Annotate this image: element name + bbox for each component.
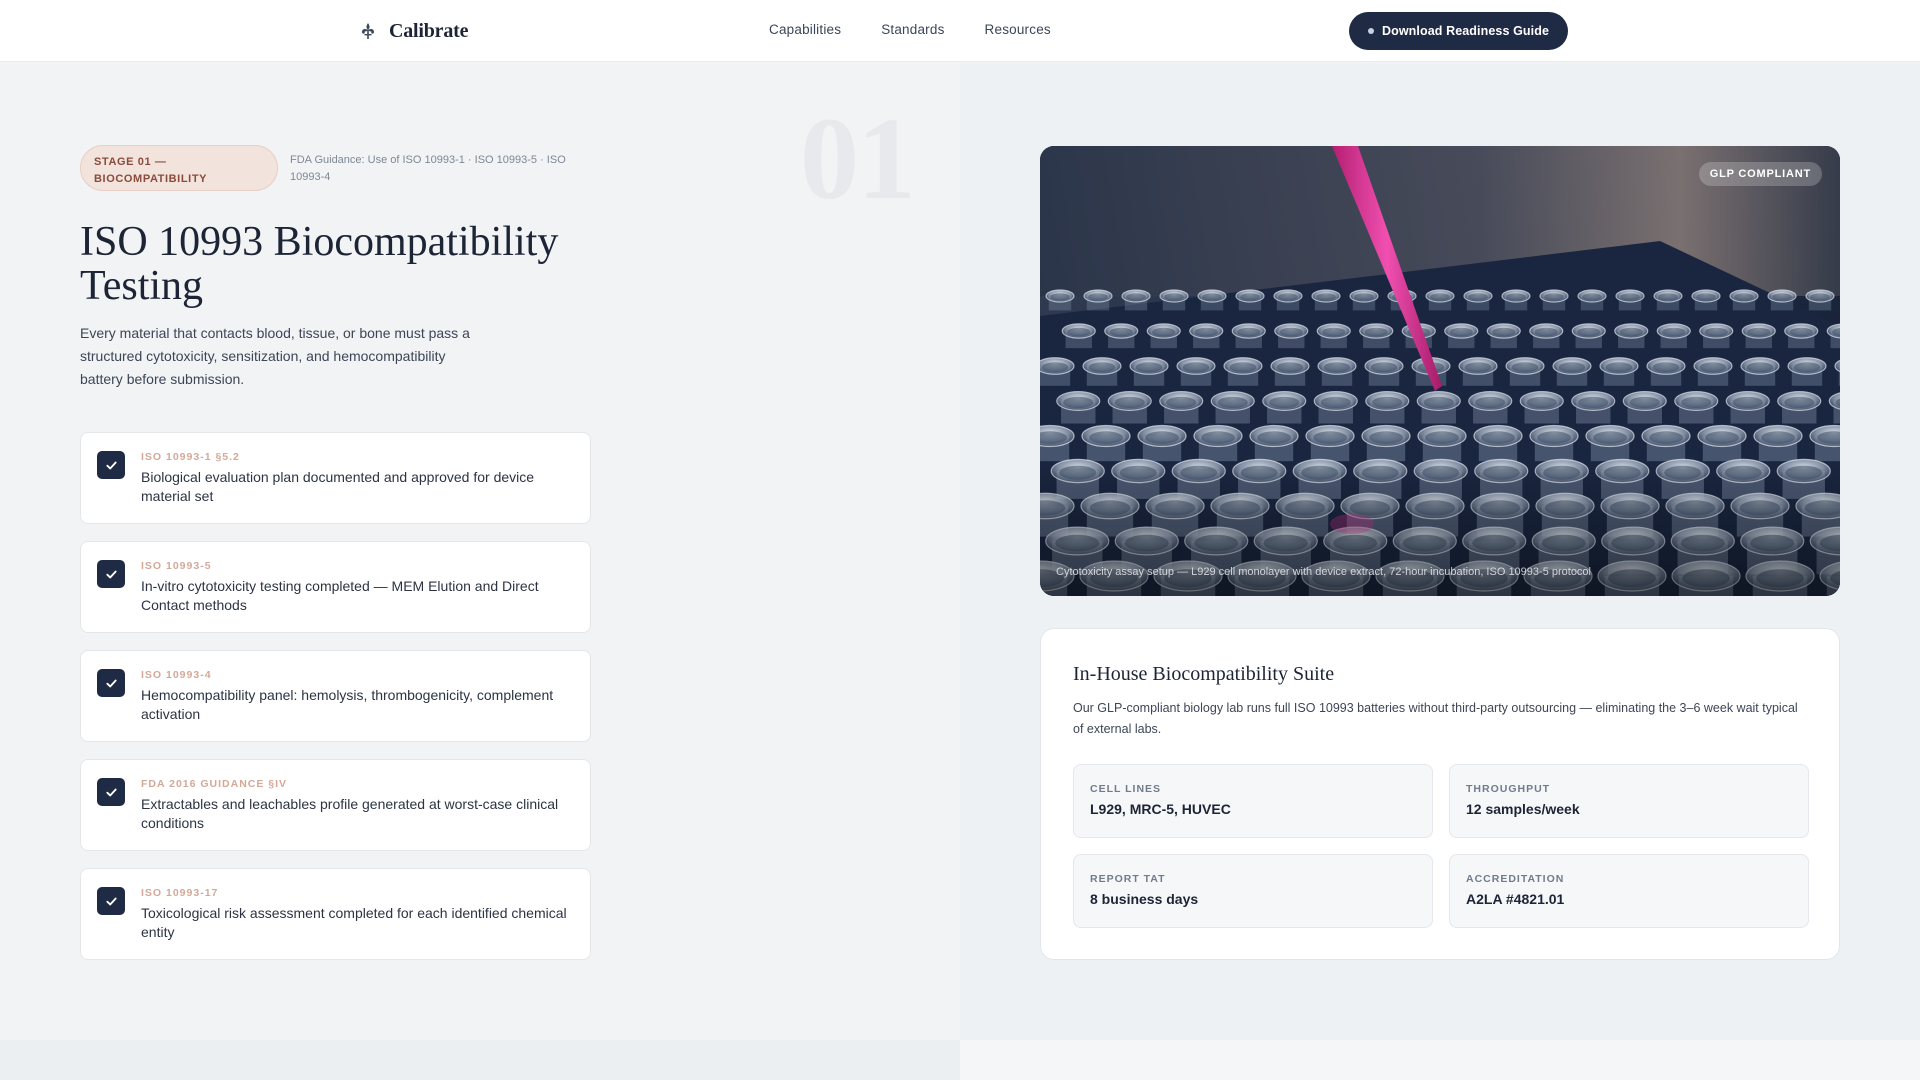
checklist-code: ISO 10993-17 <box>141 887 219 899</box>
stat-value: 8 business days <box>1090 891 1199 907</box>
stat-label: CELL LINES <box>1090 783 1162 795</box>
dot-icon <box>1367 28 1374 34</box>
checklist-code: FDA 2016 GUIDANCE §IV <box>141 778 288 790</box>
stage-pill-line2: BIOCOMPATIBILITY <box>94 173 208 185</box>
nav-link-standards[interactable]: Standards <box>881 22 944 40</box>
download-guide-button[interactable]: Download Readiness Guide <box>1349 12 1568 50</box>
checklist-text: Biological evaluation plan documented an… <box>141 469 535 504</box>
checkmark-icon <box>105 461 117 469</box>
checkbox-checked[interactable] <box>97 560 125 588</box>
checkmark-icon <box>105 570 117 578</box>
stat-label: THROUGHPUT <box>1466 783 1551 795</box>
stat-label: REPORT TAT <box>1090 873 1166 885</box>
stat-label: ACCREDITATION <box>1466 873 1565 885</box>
stage-reference: FDA Guidance: Use of ISO 10993-1 · ISO 1… <box>290 154 566 183</box>
top-nav: Calibrate Capabilities Standards Resourc… <box>0 0 1920 62</box>
checkmark-icon <box>105 788 117 796</box>
suite-title: In-House Biocompatibility Suite <box>1073 663 1335 685</box>
fleur-de-lis-icon <box>362 23 374 39</box>
checklist-item[interactable]: FDA 2016 GUIDANCE §IV Extractables and l… <box>80 759 591 851</box>
checklist-item[interactable]: ISO 10993-17 Toxicological risk assessme… <box>80 868 591 960</box>
download-guide-label: Download Readiness Guide <box>1381 24 1549 38</box>
stat-cell-throughput: THROUGHPUT 12 samples/week <box>1449 764 1809 838</box>
hero-caption: Cytotoxicity assay setup — L929 cell mon… <box>1056 566 1591 578</box>
suite-description: Our GLP-compliant biology lab runs full … <box>1073 701 1798 736</box>
page-title: ISO 10993 Biocompatibility Testing <box>80 219 559 309</box>
checklist-item[interactable]: ISO 10993-4 Hemocompatibility panel: hem… <box>80 650 591 742</box>
checkbox-checked[interactable] <box>97 778 125 806</box>
page-description: Every material that contacts blood, tiss… <box>80 325 470 387</box>
requirements-checklist: ISO 10993-1 §5.2 Biological evaluation p… <box>80 432 591 977</box>
checklist-item[interactable]: ISO 10993-5 In-vitro cytotoxicity testin… <box>80 541 591 633</box>
next-section-right <box>960 1040 1920 1080</box>
checkmark-icon <box>105 897 117 905</box>
stage-pill-line1: STAGE 01 — <box>94 156 167 168</box>
stat-value: L929, MRC-5, HUVEC <box>1090 801 1231 817</box>
hero-image: GLP COMPLIANT Cytotoxicity assay setup —… <box>1040 146 1840 596</box>
stat-value: A2LA #4821.01 <box>1466 891 1565 907</box>
suite-card: In-House Biocompatibility Suite Our GLP-… <box>1040 628 1840 960</box>
stat-cell-cell-lines: CELL LINES L929, MRC-5, HUVEC <box>1073 764 1433 838</box>
stage-number: 01 <box>800 93 916 224</box>
stat-cell-report-tat: REPORT TAT 8 business days <box>1073 854 1433 928</box>
brand-logo[interactable]: Calibrate <box>358 17 468 45</box>
stage-pill: STAGE 01 — BIOCOMPATIBILITY <box>80 145 278 191</box>
stat-grid: CELL LINES L929, MRC-5, HUVEC THROUGHPUT… <box>1073 764 1809 928</box>
lab-plate-illustration <box>1040 146 1840 596</box>
checkbox-checked[interactable] <box>97 669 125 697</box>
photo-vignette <box>1040 146 1840 596</box>
checklist-text: Toxicological risk assessment completed … <box>141 905 567 940</box>
checklist-text: Hemocompatibility panel: hemolysis, thro… <box>141 687 554 722</box>
next-section-left <box>0 1040 960 1080</box>
brand-name: Calibrate <box>389 19 469 42</box>
checklist-code: ISO 10993-1 §5.2 <box>141 451 240 463</box>
nav-link-resources[interactable]: Resources <box>985 22 1051 40</box>
stat-cell-accreditation: ACCREDITATION A2LA #4821.01 <box>1449 854 1809 928</box>
checklist-text: In-vitro cytotoxicity testing completed … <box>141 578 539 613</box>
checkmark-icon <box>105 679 117 687</box>
nav-link-capabilities[interactable]: Capabilities <box>769 22 841 40</box>
checklist-text: Extractables and leachables profile gene… <box>141 796 559 831</box>
checklist-code: ISO 10993-5 <box>141 560 212 572</box>
stat-value: 12 samples/week <box>1466 801 1580 817</box>
glp-compliant-badge: GLP COMPLIANT <box>1698 162 1822 186</box>
primary-nav: Capabilities Standards Resources <box>769 22 1051 40</box>
checklist-code: ISO 10993-4 <box>141 669 212 681</box>
checklist-item[interactable]: ISO 10993-1 §5.2 Biological evaluation p… <box>80 432 591 524</box>
checkbox-checked[interactable] <box>97 451 125 479</box>
checkbox-checked[interactable] <box>97 887 125 915</box>
